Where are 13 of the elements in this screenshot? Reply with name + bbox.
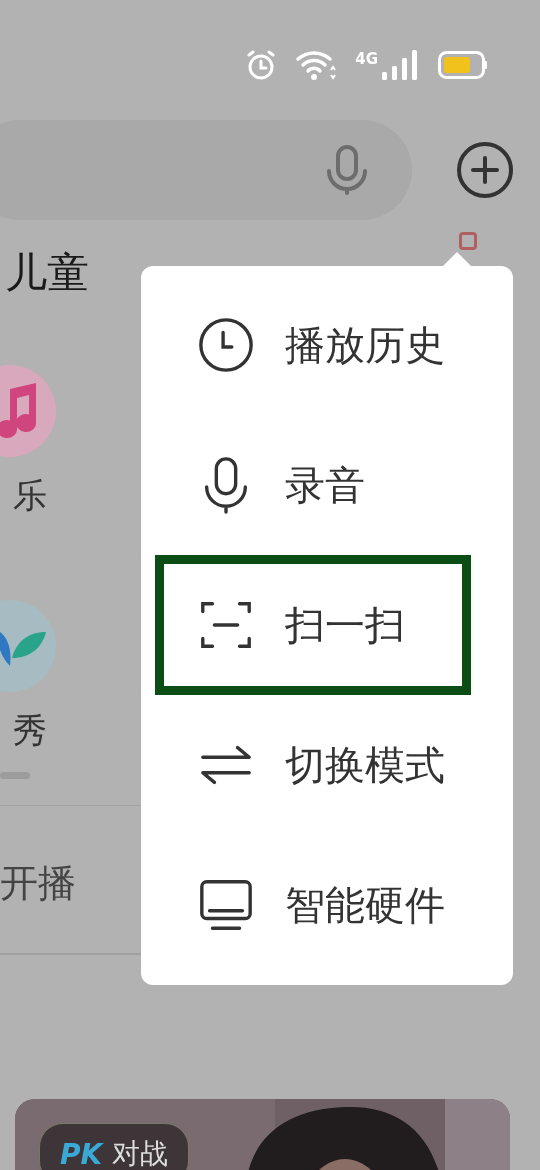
- category-label[interactable]: 秀: [13, 708, 47, 754]
- category-label[interactable]: 乐: [13, 473, 47, 519]
- network-type: 4G: [355, 50, 378, 68]
- live-card[interactable]: PK 对战: [15, 1099, 510, 1170]
- category-tab[interactable]: 儿童: [5, 245, 89, 301]
- menu-item[interactable]: 切换模式: [155, 695, 471, 835]
- menu-item[interactable]: 录音: [155, 415, 471, 555]
- section-label: 开播: [0, 861, 76, 905]
- menu-item[interactable]: 智能硬件: [155, 835, 471, 975]
- menu-item[interactable]: 扫一扫: [155, 555, 471, 695]
- badge-label: 对战: [112, 1136, 169, 1170]
- pk-logo: PK: [60, 1137, 103, 1170]
- menu-item[interactable]: 播放历史: [155, 275, 471, 415]
